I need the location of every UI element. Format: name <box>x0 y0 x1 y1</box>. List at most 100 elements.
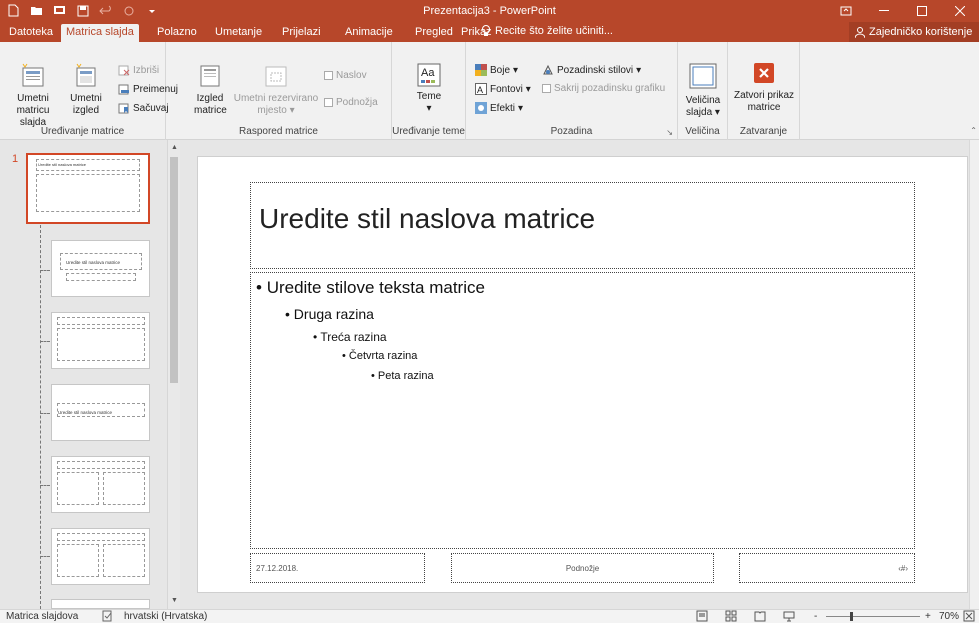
tell-me-search[interactable]: Recite što želite učiniti... <box>481 25 613 37</box>
hide-background-checkbox[interactable]: Sakrij pozadinsku grafiku <box>542 83 665 94</box>
master-layout-button[interactable]: Izgled matrice <box>194 62 227 117</box>
fonts-button[interactable]: A Fontovi ▾ <box>475 83 531 95</box>
bullet-level-3: • Treća razina <box>313 330 387 344</box>
delete-label: Izbriši <box>133 64 160 76</box>
svg-text:A: A <box>477 85 483 95</box>
insert-layout-icon <box>72 62 100 90</box>
body-placeholder[interactable]: • Uredite stilove teksta matrice • Druga… <box>250 272 915 549</box>
customize-qat-icon[interactable] <box>144 3 159 18</box>
tab-animacije[interactable]: Animacije <box>340 24 398 42</box>
redo-icon[interactable] <box>121 3 136 18</box>
preserve-button[interactable]: Sačuvaj <box>118 102 169 114</box>
title-checkbox[interactable]: Naslov <box>324 70 367 81</box>
zoom-slider-track[interactable] <box>826 616 920 617</box>
thumbnail-master[interactable]: Uredite stil naslova matrice <box>26 153 150 224</box>
quick-access-toolbar <box>6 3 159 18</box>
tab-datoteka[interactable]: Datoteka <box>4 24 58 42</box>
language-status[interactable]: hrvatski (Hrvatska) <box>124 611 207 622</box>
thumbnail-layout-content[interactable] <box>51 312 150 369</box>
colors-button[interactable]: Boje ▾ <box>475 64 518 76</box>
thumb-left-box <box>57 472 99 505</box>
thumb-left-box <box>57 544 99 577</box>
themes-button[interactable]: Aa Teme ▾ <box>412 62 446 115</box>
insert-placeholder-button[interactable]: Umetni rezervirano mjesto ▾ <box>230 62 322 117</box>
scroll-down-icon[interactable]: ▼ <box>169 595 180 606</box>
scrollbar-thumb[interactable] <box>170 157 178 383</box>
footers-checkbox[interactable]: Podnožja <box>324 97 378 108</box>
thumbnail-layout-two-content[interactable] <box>51 456 150 513</box>
background-styles-button[interactable]: Pozadinski stilovi ▾ <box>542 64 641 76</box>
tab-polazno[interactable]: Polazno <box>152 24 202 42</box>
background-styles-icon <box>543 64 553 75</box>
insert-slide-master-button[interactable]: Umetni matricu slajda <box>4 62 62 129</box>
slide-number-placeholder[interactable]: ‹#› <box>739 553 915 583</box>
zoom-in-button[interactable]: + <box>925 611 931 622</box>
close-icon[interactable] <box>941 0 979 22</box>
title-text: Uredite stil naslova matrice <box>259 203 596 234</box>
tab-prijelazi[interactable]: Prijelazi <box>277 24 326 42</box>
footer-date: 27.12.2018. <box>256 564 299 573</box>
new-file-icon[interactable] <box>6 3 21 18</box>
zoom-slider-handle[interactable] <box>850 612 853 621</box>
effects-dropdown-icon: ▾ <box>518 102 524 114</box>
scroll-up-icon[interactable]: ▲ <box>169 142 180 153</box>
tab-pregled[interactable]: Pregled <box>410 24 458 42</box>
slide-number: 1 <box>12 153 19 165</box>
slide-master-canvas[interactable]: Uredite stil naslova matrice • Uredite s… <box>197 156 968 593</box>
tab-umetanje[interactable]: Umetanje <box>210 24 267 42</box>
zoom-level[interactable]: 70% <box>939 611 959 622</box>
share-button[interactable]: Zajedničko korištenje <box>849 22 979 42</box>
thumb-title-box <box>57 533 145 541</box>
slide-size-button[interactable]: Veličina slajda ▾ <box>682 62 724 119</box>
save-icon[interactable] <box>75 3 90 18</box>
thumbnail-layout-comparison[interactable] <box>51 528 150 585</box>
connector-tick <box>40 413 50 414</box>
close-master-view-button[interactable]: Zatvori prikaz matrice <box>730 62 798 114</box>
insert-placeholder-label-2-text: mjesto <box>257 105 287 116</box>
bullet-level-4: • Četvrta razina <box>342 350 418 362</box>
close-master-view-icon <box>753 62 775 84</box>
slide-size-icon <box>688 62 718 92</box>
slideshow-icon[interactable] <box>52 3 67 18</box>
thumbnail-layout-section[interactable]: Uredite stil naslova matrice <box>51 384 150 441</box>
thumb-body-box <box>57 328 145 361</box>
insert-layout-button[interactable]: Umetni izgled <box>68 62 104 117</box>
footers-checkbox-label: Podnožja <box>336 97 378 108</box>
date-placeholder[interactable]: 27.12.2018. <box>250 553 425 583</box>
thumbnail-layout-partial[interactable] <box>51 599 150 609</box>
delete-icon <box>118 65 130 76</box>
bullet-level-5: • Peta razina <box>371 370 434 382</box>
maximize-icon[interactable] <box>903 0 941 22</box>
effects-label: Efekti <box>490 102 516 114</box>
fonts-dropdown-icon: ▾ <box>525 83 531 95</box>
tell-me-text: Recite što želite učiniti... <box>495 25 613 37</box>
fonts-label: Fontovi <box>490 83 523 95</box>
collapse-ribbon-icon[interactable]: ⌃ <box>970 126 977 135</box>
slide-size-label-2: slajda ▾ <box>686 107 720 118</box>
insert-slide-master-icon <box>19 62 47 90</box>
close-master-view-label-1: Zatvori prikaz <box>733 90 794 101</box>
thumbnail-scrollbar[interactable]: ▲ ▼ <box>167 140 180 609</box>
effects-icon <box>475 102 487 114</box>
ribbon-display-options-icon[interactable] <box>827 0 865 22</box>
group-master-layout: Izgled matrice Umetni rezervirano mjesto… <box>166 42 392 140</box>
minimize-icon[interactable] <box>865 0 903 22</box>
title-placeholder[interactable]: Uredite stil naslova matrice <box>250 182 915 269</box>
dialog-launcher-icon[interactable]: ↘ <box>666 128 673 137</box>
group-background: Boje ▾ A Fontovi ▾ Efekti ▾ Pozadinski stil… <box>466 42 678 140</box>
editor-scrollbar[interactable] <box>969 140 979 609</box>
share-label: Zajedničko korištenje <box>869 26 973 38</box>
thumbnail-layout-title[interactable]: Uredite stil naslova matrice <box>51 240 150 297</box>
footer-placeholder[interactable]: Podnožje <box>451 553 714 583</box>
insert-slide-master-label-1: Umetni <box>17 93 49 104</box>
delete-button[interactable]: Izbriši <box>118 64 159 76</box>
group-label-edit-theme: Uređivanje teme <box>392 126 465 137</box>
undo-icon[interactable] <box>98 3 113 18</box>
group-label-background: Pozadina <box>550 126 593 137</box>
tab-matrica-slajda[interactable]: Matrica slajda <box>61 24 139 42</box>
zoom-out-button[interactable]: - <box>814 611 817 622</box>
effects-button[interactable]: Efekti ▾ <box>475 102 523 114</box>
colors-dropdown-icon: ▾ <box>513 64 519 76</box>
open-folder-icon[interactable] <box>29 3 44 18</box>
themes-label: Teme <box>416 91 442 102</box>
